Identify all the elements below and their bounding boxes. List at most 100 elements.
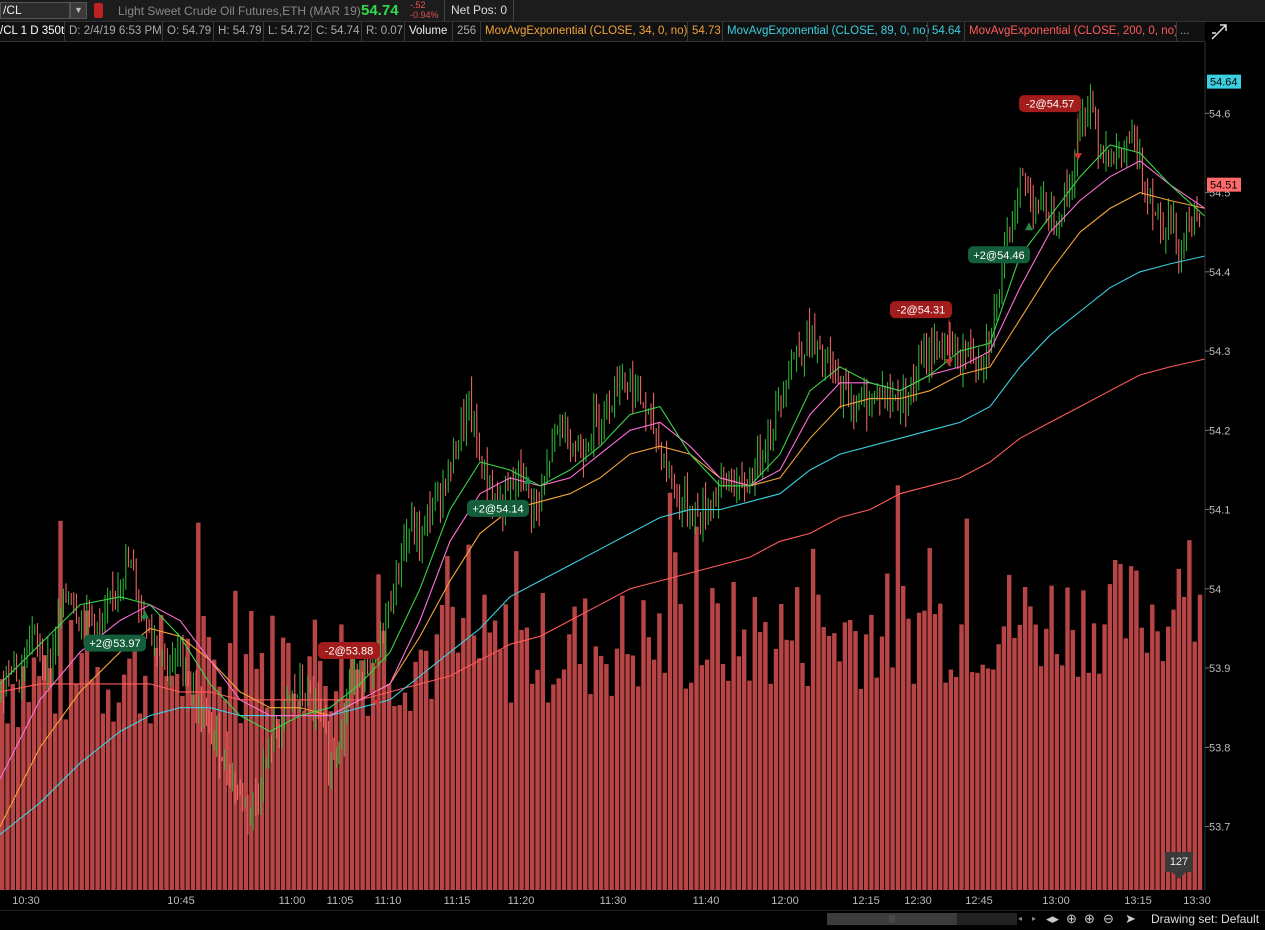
volume-bar bbox=[238, 723, 243, 890]
volume-bar bbox=[885, 573, 890, 890]
volume-bar bbox=[704, 659, 710, 890]
volume-bar bbox=[683, 688, 689, 890]
symbol-input[interactable]: /CL bbox=[0, 2, 70, 19]
price-axis: 54.654.554.454.354.254.15453.953.853.754… bbox=[1204, 42, 1265, 910]
drawing-set-label[interactable]: Drawing set: Default bbox=[1151, 912, 1259, 926]
volume-bar bbox=[773, 648, 779, 890]
volume-bar bbox=[106, 689, 111, 890]
volume-bar bbox=[455, 652, 461, 890]
volume-bar bbox=[694, 526, 699, 890]
drawing-tool-icon[interactable] bbox=[1210, 23, 1228, 41]
volume-bar bbox=[916, 612, 922, 890]
volume-bar bbox=[137, 713, 143, 890]
volume-bar bbox=[265, 707, 270, 890]
price-axis-bg bbox=[1205, 42, 1265, 910]
volume-bar bbox=[689, 682, 694, 890]
volume-bar bbox=[1070, 629, 1075, 890]
volume-bar bbox=[376, 574, 381, 890]
price-chart[interactable]: +2@53.97 -2@53.88 +2@54.14 -2@54.31 +2@54.46… bbox=[0, 42, 1265, 910]
volume-bar bbox=[651, 659, 657, 890]
more-studies[interactable]: ... bbox=[1180, 22, 1190, 41]
volume-bar bbox=[720, 664, 726, 890]
bar-high: H: 54.79 bbox=[218, 25, 262, 37]
buy-arrow-icon bbox=[1025, 222, 1033, 231]
volume-bar bbox=[63, 719, 68, 890]
ema89-study-label[interactable]: MovAvgExponential (CLOSE, 89, 0, no) bbox=[727, 22, 929, 41]
volume-bar bbox=[832, 633, 837, 890]
scrollbar-thumb[interactable]: ||| bbox=[827, 913, 957, 925]
volume-bar bbox=[514, 551, 519, 890]
zoom-out-icon[interactable]: ⊖ bbox=[1103, 911, 1114, 927]
volume-bar bbox=[100, 713, 106, 890]
ema34-study-label[interactable]: MovAvgExponential (CLOSE, 34, 0, no) bbox=[485, 22, 687, 41]
volume-bar bbox=[620, 595, 625, 890]
volume-bar bbox=[1081, 590, 1086, 890]
volume-bar bbox=[15, 727, 21, 890]
volume-bar bbox=[1113, 560, 1118, 890]
volume-bar bbox=[74, 683, 79, 890]
volume-bar bbox=[402, 692, 408, 890]
volume-bar bbox=[47, 668, 53, 890]
x-tick-label: 12:15 bbox=[852, 895, 880, 907]
zoom-in-icon[interactable]: ⊕ bbox=[1084, 911, 1095, 927]
scroll-right-icon[interactable]: ▸ bbox=[1032, 911, 1036, 927]
volume-study-label[interactable]: Volume bbox=[409, 22, 447, 41]
volume-bar bbox=[206, 637, 212, 890]
x-tick-label: 11:30 bbox=[600, 895, 627, 907]
volume-bar bbox=[869, 614, 874, 890]
volume-bar bbox=[747, 680, 752, 890]
bar-low: L: 54.72 bbox=[268, 25, 310, 37]
volume-bar bbox=[980, 664, 985, 890]
x-tick-label: 11:00 bbox=[279, 895, 306, 907]
y-tick-label: 54 bbox=[1209, 584, 1221, 596]
volume-bar bbox=[249, 611, 254, 890]
volume-bar bbox=[519, 629, 524, 890]
chart-label[interactable]: /CL 1 D 350t bbox=[0, 22, 64, 41]
volume-bar bbox=[1038, 666, 1044, 890]
volume-bar bbox=[174, 674, 180, 890]
ema200-study-label[interactable]: MovAvgExponential (CLOSE, 200, 0, no) bbox=[969, 22, 1178, 41]
zoom-fit-icon[interactable]: ◂▸ bbox=[1046, 911, 1059, 927]
volume-bar bbox=[572, 606, 577, 890]
volume-bar bbox=[848, 620, 853, 890]
bar-range: R: 0.07 bbox=[366, 25, 404, 37]
volume-bar bbox=[10, 684, 15, 890]
volume-bar bbox=[121, 674, 127, 890]
current-price-tag: 54.51 bbox=[1210, 180, 1238, 192]
volume-bar bbox=[1171, 609, 1176, 890]
x-tick-label: 10:30 bbox=[12, 895, 40, 907]
volume-bar bbox=[948, 669, 954, 890]
trade-label: -2@54.31 bbox=[897, 305, 945, 317]
volume-bar bbox=[901, 585, 906, 890]
volume-bar bbox=[132, 639, 137, 890]
x-tick-label: 12:00 bbox=[771, 895, 799, 907]
volume-bar bbox=[927, 547, 932, 890]
volume-bar bbox=[858, 689, 863, 890]
volume-bar bbox=[53, 713, 58, 890]
volume-bar bbox=[233, 590, 238, 890]
volume-bar bbox=[413, 661, 418, 890]
volume-bar bbox=[381, 630, 386, 890]
volume-bar bbox=[1049, 585, 1054, 890]
volume-bar bbox=[646, 637, 651, 890]
scroll-left-icon[interactable]: ◂ bbox=[1018, 911, 1022, 927]
volume-bar bbox=[169, 675, 174, 890]
volume-bar bbox=[1075, 676, 1081, 890]
volume-bar bbox=[598, 655, 604, 890]
link-color-icon[interactable] bbox=[94, 3, 103, 18]
chevron-down-icon[interactable]: ▼ bbox=[70, 2, 87, 19]
volume-bar bbox=[339, 624, 344, 890]
volume-bar bbox=[1054, 654, 1060, 890]
volume-bar bbox=[1155, 631, 1160, 890]
volume-bar bbox=[1139, 627, 1144, 890]
bar-open: O: 54.79 bbox=[167, 25, 212, 37]
volume-bar bbox=[1086, 672, 1091, 890]
volume-bar bbox=[312, 619, 318, 890]
volume-bar bbox=[296, 700, 302, 890]
cursor-icon[interactable]: ➤ bbox=[1125, 911, 1136, 927]
volume-bar bbox=[879, 636, 885, 890]
volume-bar bbox=[604, 664, 609, 890]
crosshair-icon[interactable]: ⊕ bbox=[1066, 911, 1077, 927]
trade-label: -2@54.57 bbox=[1026, 99, 1074, 111]
volume-bar bbox=[1060, 665, 1065, 890]
